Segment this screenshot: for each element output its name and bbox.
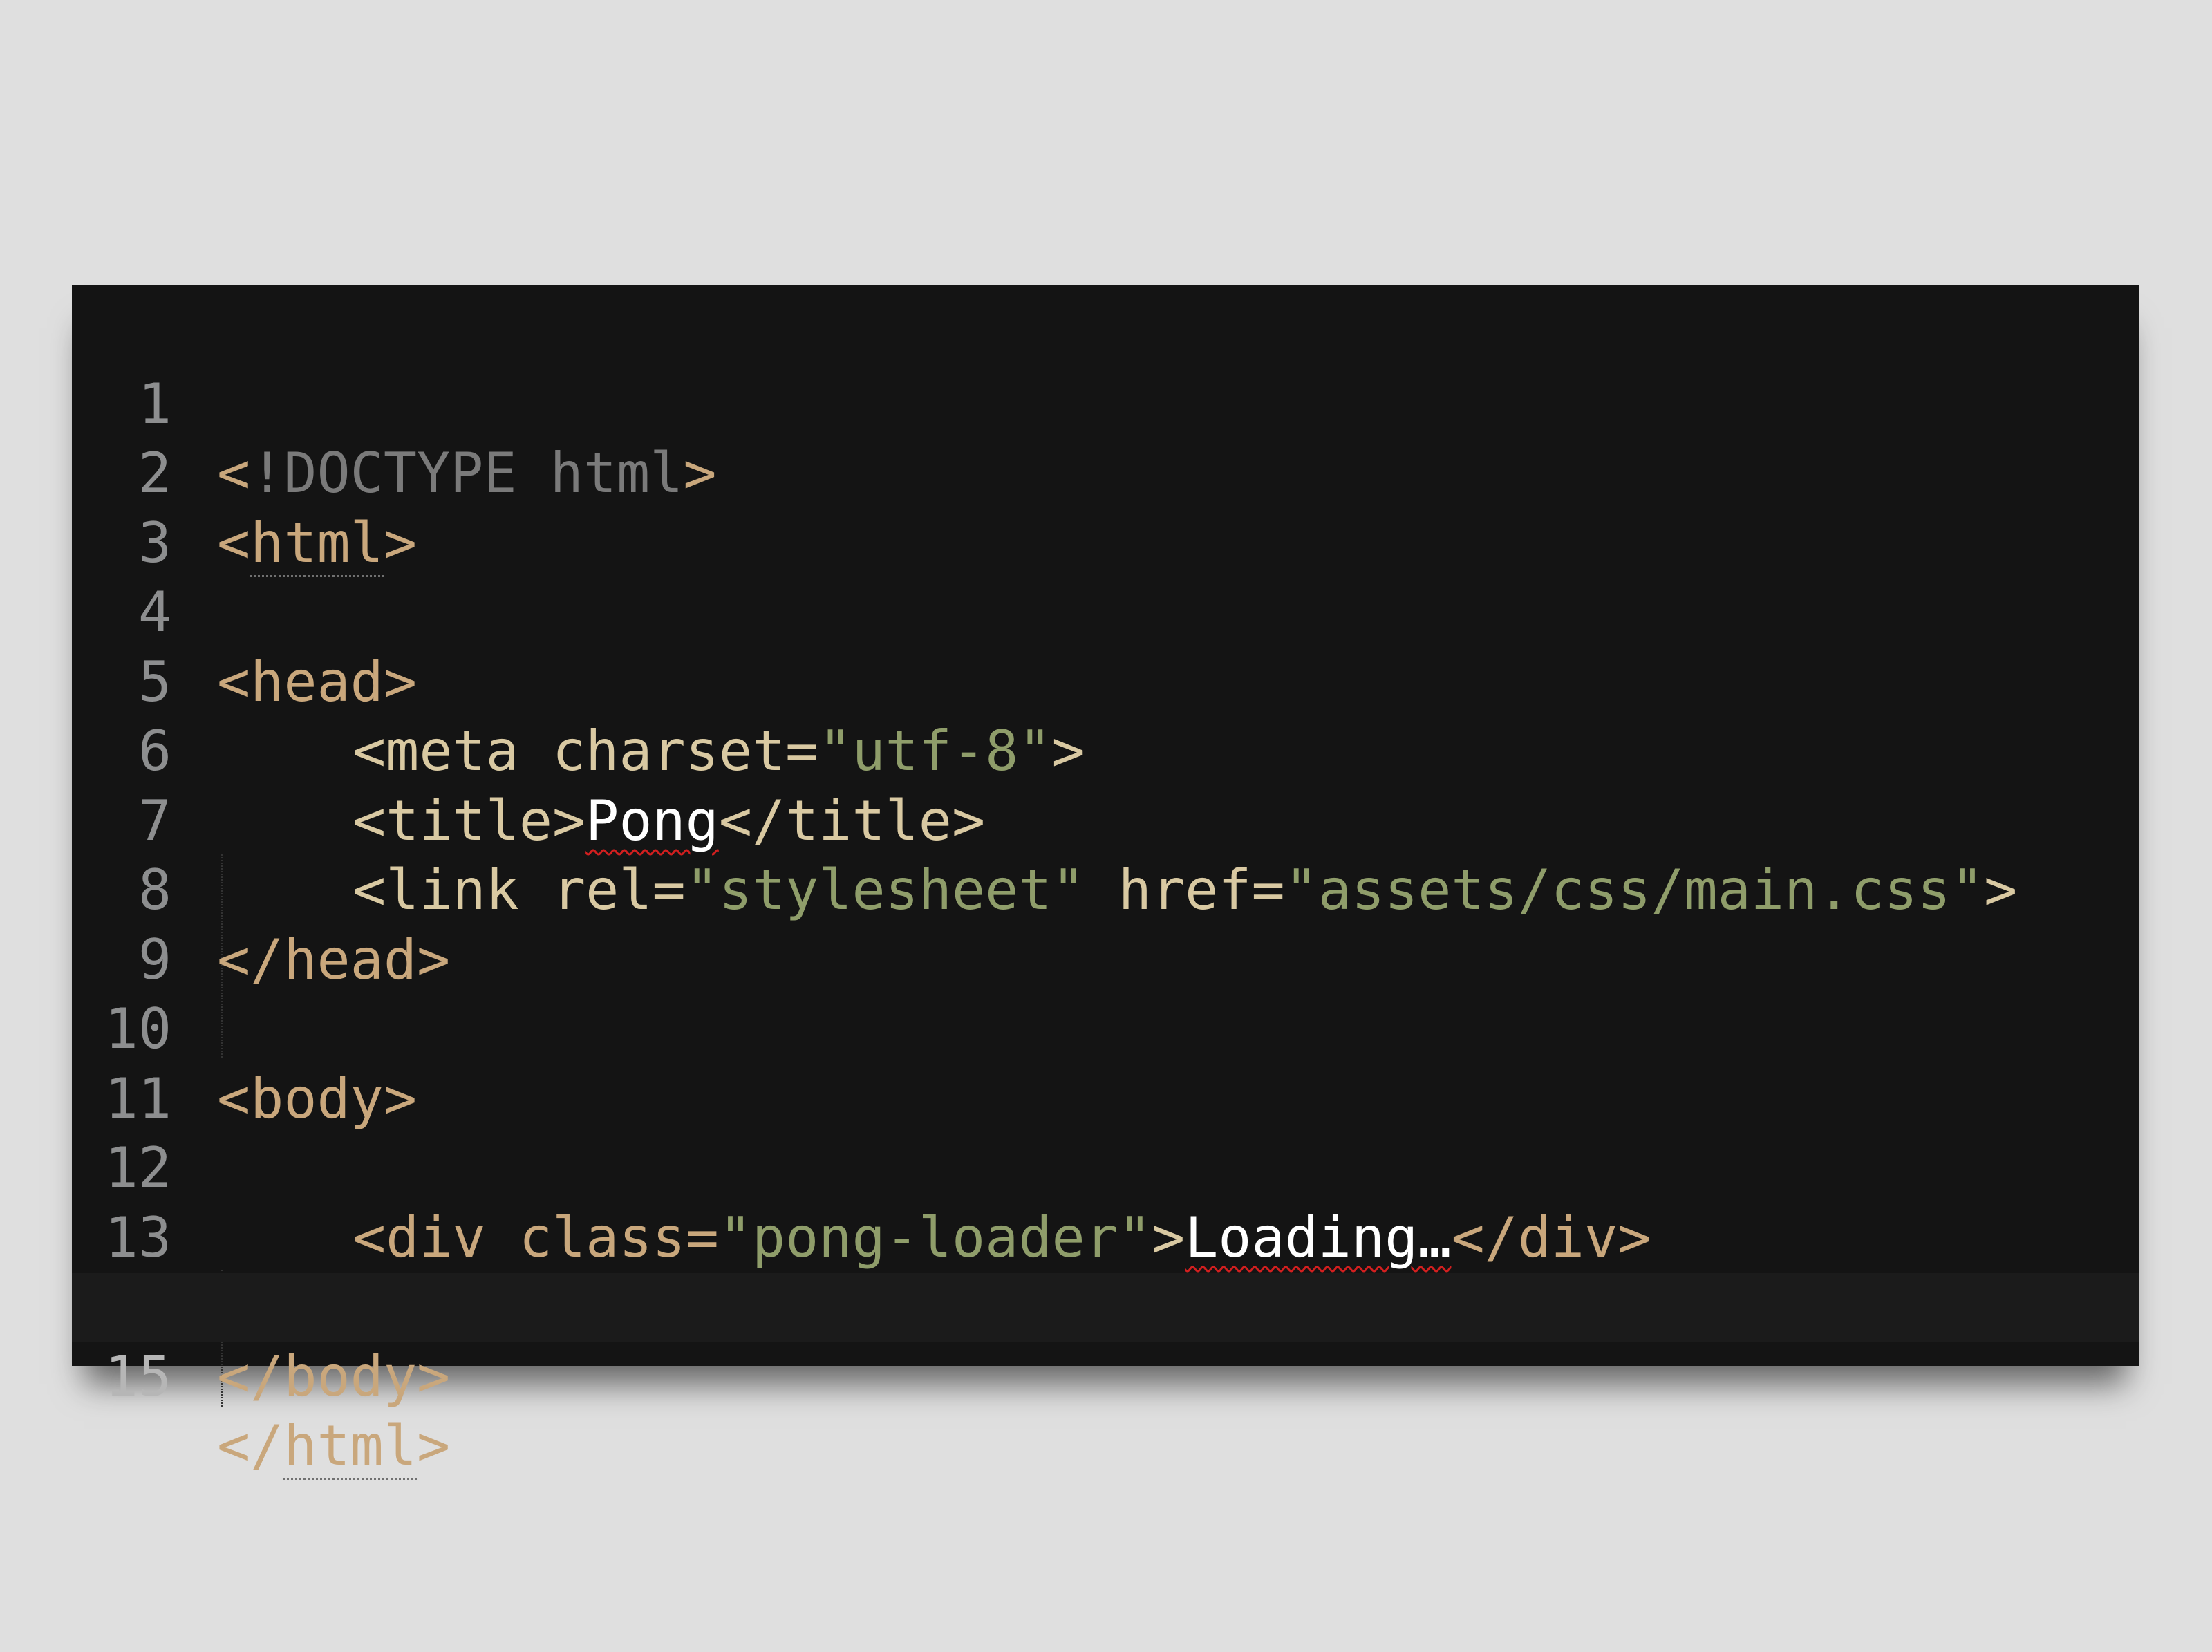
line-content: </html> [217, 1411, 450, 1481]
code-line[interactable]: 1 <!DOCTYPE html> [72, 300, 2139, 506]
code-line[interactable]: 10 <body> [72, 926, 2139, 1131]
tag-open-bracket: </ [217, 1414, 284, 1478]
code-line[interactable]: 9 [72, 856, 2139, 992]
code-line[interactable]: 5 <meta charset="utf-8"> [72, 578, 2139, 784]
line-number: 15 [104, 1344, 171, 1409]
code-line[interactable]: 8 </head> [72, 787, 2139, 992]
code-line[interactable]: 2 <html> [72, 370, 2139, 577]
code-editor[interactable]: 1 <!DOCTYPE html> 2 <html> 3 4 <head> 5 … [72, 285, 2139, 1480]
code-line[interactable]: 13 [72, 1134, 2139, 1270]
code-area[interactable]: 1 <!DOCTYPE html> 2 <html> 3 4 <head> 5 … [72, 300, 2139, 1480]
code-line[interactable]: 3 [72, 439, 2139, 575]
code-line[interactable]: 7 <link rel="stylesheet" href="assets/cs… [72, 717, 2139, 923]
code-line[interactable]: 6 <title>Pong</title> [72, 648, 2139, 853]
code-line[interactable]: 12 <div class="pong-loader">Loading…</di… [72, 1064, 2139, 1270]
code-line[interactable]: 11 [72, 995, 2139, 1131]
tag-close-bracket: > [416, 1414, 451, 1478]
current-code-line[interactable]: 15 </html> [72, 1273, 2139, 1480]
matched-tag-name: html [283, 1414, 417, 1480]
code-line[interactable]: 4 <head> [72, 509, 2139, 714]
code-line[interactable]: 14 </body> [72, 1203, 2139, 1409]
